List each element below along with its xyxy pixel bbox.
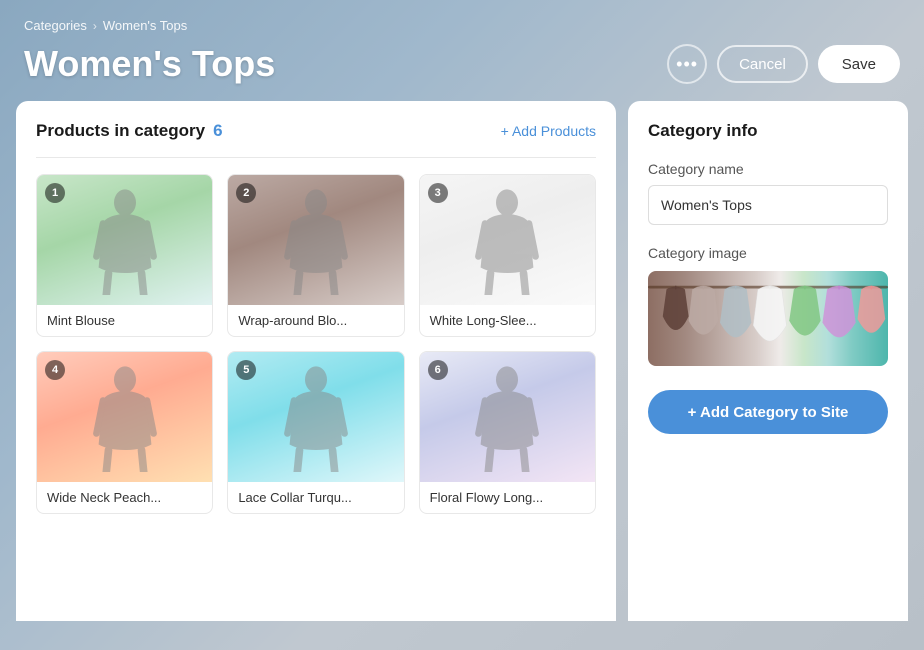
product-name: Wrap-around Blo... xyxy=(228,305,403,336)
product-card[interactable]: 6 Floral Flowy Long... xyxy=(419,351,596,514)
products-title-group: Products in category 6 xyxy=(36,121,223,141)
product-card[interactable]: 3 White Long-Slee... xyxy=(419,174,596,337)
category-image-preview xyxy=(648,271,888,366)
product-number: 1 xyxy=(45,183,65,203)
breadcrumb-parent[interactable]: Categories xyxy=(24,18,87,33)
product-card[interactable]: 2 Wrap-around Blo... xyxy=(227,174,404,337)
category-image-label: Category image xyxy=(648,245,888,261)
product-card[interactable]: 5 Lace Collar Turqu... xyxy=(227,351,404,514)
page-title: Women's Tops xyxy=(24,43,275,85)
category-info-panel: Category info Category name Category ima… xyxy=(628,101,908,621)
cancel-button[interactable]: Cancel xyxy=(717,45,808,83)
product-number: 4 xyxy=(45,360,65,380)
more-options-button[interactable]: ••• xyxy=(667,44,707,84)
category-info-title: Category info xyxy=(648,121,888,141)
header: Categories › Women's Tops Women's Tops •… xyxy=(0,0,924,101)
product-name: Lace Collar Turqu... xyxy=(228,482,403,513)
save-button[interactable]: Save xyxy=(818,45,900,83)
products-count: 6 xyxy=(213,121,222,141)
product-card[interactable]: 1 Mint Blouse xyxy=(36,174,213,337)
product-number: 6 xyxy=(428,360,448,380)
products-header: Products in category 6 + Add Products xyxy=(36,121,596,158)
header-actions: ••• Cancel Save xyxy=(667,44,900,84)
category-name-label: Category name xyxy=(648,161,888,177)
product-number: 3 xyxy=(428,183,448,203)
product-name: Wide Neck Peach... xyxy=(37,482,212,513)
product-name: Floral Flowy Long... xyxy=(420,482,595,513)
products-panel: Products in category 6 + Add Products 1 … xyxy=(16,101,616,621)
breadcrumb: Categories › Women's Tops xyxy=(24,18,900,33)
main-content: Products in category 6 + Add Products 1 … xyxy=(0,101,924,621)
product-card[interactable]: 4 Wide Neck Peach... xyxy=(36,351,213,514)
products-title-text: Products in category xyxy=(36,121,205,141)
header-row: Women's Tops ••• Cancel Save xyxy=(24,43,900,85)
category-name-input[interactable] xyxy=(648,185,888,225)
breadcrumb-current: Women's Tops xyxy=(103,18,187,33)
add-category-to-site-button[interactable]: + Add Category to Site xyxy=(648,390,888,434)
breadcrumb-separator: › xyxy=(93,19,97,33)
product-name: White Long-Slee... xyxy=(420,305,595,336)
products-grid: 1 Mint Blouse 2 Wrap-around Blo... 3 xyxy=(36,174,596,514)
product-name: Mint Blouse xyxy=(37,305,212,336)
add-products-button[interactable]: + Add Products xyxy=(501,123,596,139)
